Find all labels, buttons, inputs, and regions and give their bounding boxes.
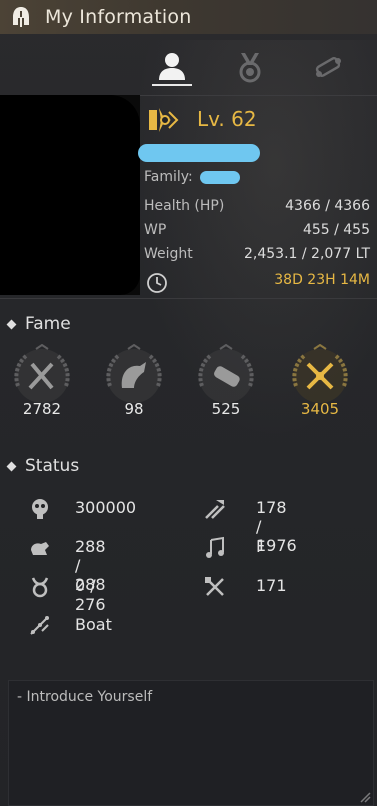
stat-label: Weight <box>144 246 193 262</box>
title-bar[interactable]: My Information <box>0 0 377 34</box>
fame-section-heading: Fame <box>6 314 71 334</box>
crafting-icon <box>205 577 224 596</box>
stat-value: 2,453.1 / 2,077 LT <box>243 246 370 262</box>
energy-icon <box>32 499 48 519</box>
class-emblem-icon <box>149 108 179 132</box>
fame-value: 3405 <box>300 400 340 418</box>
window-title: My Information <box>45 6 192 28</box>
fame-value: 2782 <box>22 400 62 418</box>
character-level: Lv. 62 <box>197 107 257 131</box>
tab-knowledge[interactable] <box>308 48 348 86</box>
introduce-yourself-label: - Introduce Yourself <box>17 689 153 705</box>
status-title: Status <box>25 456 80 476</box>
status-value: 171 <box>256 576 287 595</box>
fame-value: 525 <box>211 400 241 418</box>
stat-row-wp: WP 455 / 455 <box>144 222 370 242</box>
section-divider <box>0 298 377 299</box>
character-name-redacted <box>138 144 260 162</box>
music-note-icon <box>206 536 224 558</box>
total-fame-icon <box>292 344 348 403</box>
fame-life[interactable]: 98 <box>98 344 170 424</box>
tools-icon <box>205 500 225 519</box>
scroll-fame-icon <box>198 344 254 403</box>
tab-profile[interactable] <box>152 48 192 86</box>
family-name-redacted <box>200 171 240 184</box>
clock-icon <box>147 273 167 293</box>
diamond-bullet-icon <box>6 461 17 471</box>
status-value: Boat <box>75 615 112 634</box>
scroll-icon <box>315 57 341 77</box>
diamond-bullet-icon <box>6 319 17 329</box>
status-value: F <box>256 537 266 556</box>
fame-title: Fame <box>25 314 71 334</box>
stat-label: Health (HP) <box>144 198 225 214</box>
life-fame-icon <box>106 344 162 403</box>
stat-row-weight: Weight 2,453.1 / 2,077 LT <box>144 246 370 266</box>
tab-bar <box>0 40 377 95</box>
person-icon <box>159 53 185 80</box>
medal-icon <box>239 53 261 83</box>
status-section-heading: Status <box>6 456 80 476</box>
tab-achievements[interactable] <box>230 48 270 86</box>
fame-combat[interactable]: 2782 <box>6 344 78 424</box>
status-value: 0 / 276 <box>75 576 106 614</box>
introduce-yourself-textarea[interactable]: - Introduce Yourself <box>8 680 374 806</box>
character-portrait <box>0 95 140 295</box>
boat-icon <box>30 616 49 635</box>
playtime-value: 38D 23H 14M <box>274 272 370 288</box>
stat-row-health: Health (HP) 4366 / 4366 <box>144 198 370 218</box>
stat-value: 455 / 455 <box>302 222 370 238</box>
fame-value: 98 <box>124 400 144 418</box>
stat-label: WP <box>144 222 167 238</box>
combat-fame-icon <box>14 344 70 403</box>
skill-points-icon <box>31 577 49 598</box>
fame-knowledge[interactable]: 525 <box>190 344 262 424</box>
resize-handle-icon[interactable] <box>359 791 371 803</box>
contribution-icon <box>31 542 49 555</box>
status-value: 300000 <box>75 498 137 517</box>
my-information-window: My Information Lv. 62 Family: Health (HP… <box>0 0 377 806</box>
helmet-icon <box>13 7 29 27</box>
stat-value: 4366 / 4366 <box>285 198 370 214</box>
family-label: Family: <box>144 169 193 185</box>
fame-total[interactable]: 3405 <box>284 344 356 424</box>
